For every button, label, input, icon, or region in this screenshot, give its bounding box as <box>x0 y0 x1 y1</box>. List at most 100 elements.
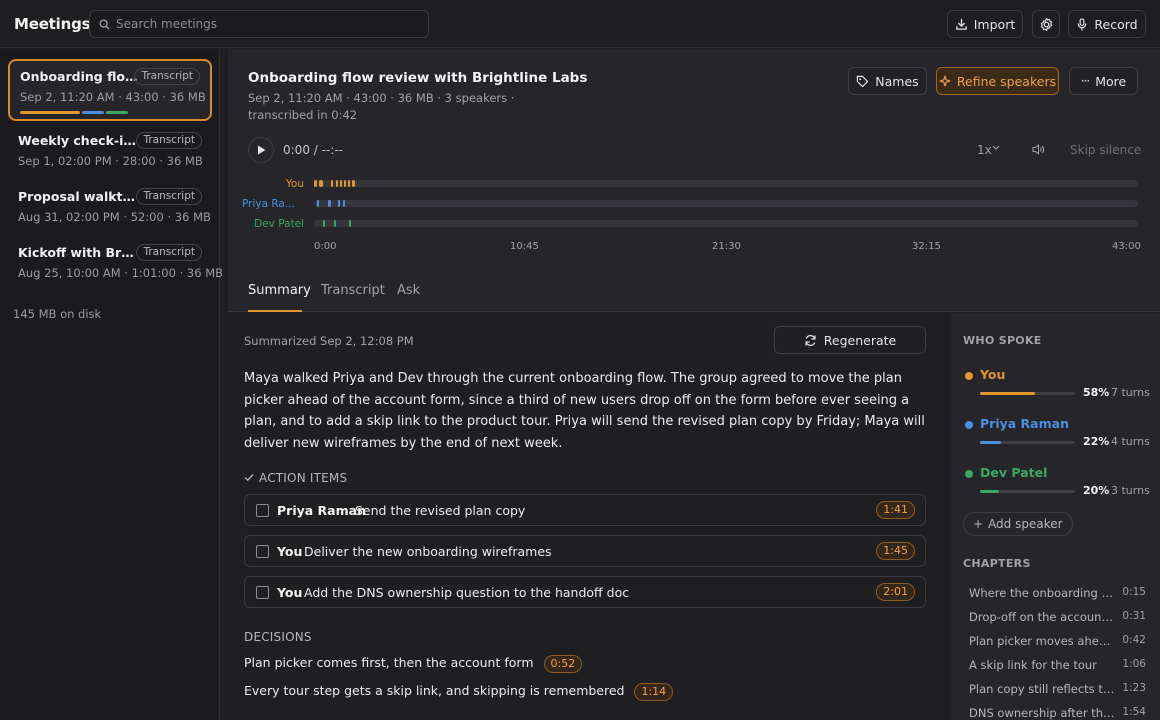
chapter-time: 0:31 <box>1122 610 1146 622</box>
action-item: You Add the DNS ownership question to th… <box>244 576 926 608</box>
playback-time: 0:00 / --:-- <box>283 143 343 157</box>
chapter-item[interactable]: Drop-off on the account form 0:31 <box>969 607 1154 627</box>
download-icon <box>955 18 967 30</box>
summary-date: Summarized Sep 2, 12:08 PM <box>244 334 414 348</box>
speaker-name: Dev Patel <box>980 465 1048 480</box>
speaker-share-bar <box>980 441 1075 444</box>
top-bar: Meetings Import Record <box>0 0 1160 48</box>
import-label: Import <box>973 16 1016 32</box>
decisions-heading: DECISIONS <box>244 630 312 644</box>
transcript-badge: Transcript <box>136 132 202 149</box>
chapter-time: 0:15 <box>1122 586 1146 598</box>
sparkle-icon <box>939 75 951 87</box>
speaker-percent: 20% <box>1083 484 1110 497</box>
refresh-icon <box>805 334 816 346</box>
add-speaker-label: Add speaker <box>988 517 1063 531</box>
meeting-title: Onboarding flow review with Brightline L… <box>20 69 138 84</box>
speaker-percent: 22% <box>1083 435 1110 448</box>
import-button[interactable]: Import <box>947 10 1023 38</box>
axis-tick: 10:45 <box>510 241 539 252</box>
timeline-track-priya[interactable] <box>314 200 1138 207</box>
search-box[interactable] <box>89 10 429 38</box>
timeline-label-dev: Dev Patel <box>254 218 304 230</box>
chapter-title: Plan picker moves ahead of the form <box>969 634 1115 648</box>
speaker-bar-you <box>20 111 80 114</box>
chapter-item[interactable]: Plan picker moves ahead of the form 0:42 <box>969 631 1154 651</box>
meeting-list-item[interactable]: Weekly check-in with Priya Transcript Se… <box>8 125 212 187</box>
settings-button[interactable] <box>1032 10 1060 38</box>
axis-tick: 0:00 <box>314 241 337 252</box>
speaker-name: Priya Raman <box>980 416 1069 431</box>
timeline-track-you[interactable] <box>314 180 1138 187</box>
transcript-badge: Transcript <box>136 188 202 205</box>
decision-text: Plan picker comes first, then the accoun… <box>244 655 534 670</box>
record-label: Record <box>1094 16 1138 32</box>
refine-speakers-button[interactable]: Refine speakers <box>936 67 1059 95</box>
regenerate-button[interactable]: Regenerate <box>774 326 926 354</box>
decision-item: Every tour step gets a skip link, and sk… <box>244 683 674 701</box>
decision-text: Every tour step gets a skip link, and sk… <box>244 683 625 698</box>
who-spoke-heading: WHO SPOKE <box>963 334 1042 347</box>
more-label: More <box>1095 73 1127 89</box>
axis-tick: 43:00 <box>1112 241 1141 252</box>
tab-summary[interactable]: Summary <box>248 283 311 298</box>
skip-silence-toggle[interactable]: Skip silence <box>1070 143 1141 157</box>
action-checkbox[interactable] <box>256 545 269 558</box>
meeting-list-item[interactable]: Kickoff with Brightline Labs Transcript … <box>8 237 223 299</box>
meeting-list-item[interactable]: Onboarding flow review with Brightline L… <box>8 59 212 121</box>
timestamp-chip[interactable]: 1:45 <box>876 542 915 560</box>
chapter-item[interactable]: Where the onboarding flow stands today 0… <box>969 583 1154 603</box>
timeline-label-priya: Priya Ra... <box>242 198 294 210</box>
timestamp-chip[interactable]: 1:41 <box>876 501 915 519</box>
speaker-turns: 3 turns <box>1111 484 1150 497</box>
speaker-dot <box>965 421 973 429</box>
search-icon <box>99 19 110 30</box>
meeting-header: Onboarding flow review with Brightline L… <box>228 49 1160 312</box>
names-button[interactable]: Names <box>848 67 927 95</box>
action-checkbox[interactable] <box>256 504 269 517</box>
chapter-title: A skip link for the tour <box>969 658 1097 672</box>
play-button[interactable] <box>248 137 274 163</box>
microphone-icon <box>1078 17 1087 31</box>
meeting-meta: Aug 31, 02:00 PM · 52:00 · 36 MB <box>18 210 211 224</box>
plus-icon: + <box>973 517 984 531</box>
regenerate-label: Regenerate <box>823 332 897 348</box>
action-items-heading: ACTION ITEMS <box>244 471 347 485</box>
meeting-title: Kickoff with Brightline Labs <box>18 245 136 260</box>
action-owner: You <box>277 544 303 559</box>
search-input[interactable] <box>116 15 416 33</box>
tab-transcript[interactable]: Transcript <box>321 283 385 298</box>
action-checkbox[interactable] <box>256 586 269 599</box>
record-button[interactable]: Record <box>1068 10 1146 38</box>
meeting-meta: Aug 25, 10:00 AM · 1:01:00 · 36 MB <box>18 266 224 280</box>
speaker-dot <box>965 470 973 478</box>
playback-speed[interactable]: 1x <box>977 143 992 157</box>
active-tab-indicator <box>248 310 302 312</box>
meeting-list-item[interactable]: Proposal walkthrough Transcript Aug 31, … <box>8 181 212 243</box>
meeting-title: Proposal walkthrough <box>18 189 136 204</box>
timestamp-chip[interactable]: 0:52 <box>543 655 583 673</box>
timestamp-chip[interactable]: 1:14 <box>634 683 674 701</box>
more-button[interactable]: ··· More <box>1069 67 1138 95</box>
timestamp-chip[interactable]: 2:01 <box>876 583 915 601</box>
tab-ask[interactable]: Ask <box>397 283 420 298</box>
meeting-meta: Sep 2, 11:20 AM · 43:00 · 36 MB <box>20 90 206 104</box>
volume-icon[interactable] <box>1032 144 1045 155</box>
speaker-turns: 7 turns <box>1111 386 1150 399</box>
action-item: You Deliver the new onboarding wireframe… <box>244 535 926 567</box>
chapters-heading: CHAPTERS <box>963 557 1031 570</box>
speaker-share-bar <box>980 490 1075 493</box>
chapter-item[interactable]: Plan copy still reflects the old tiers 1… <box>969 679 1154 699</box>
chapter-time: 1:54 <box>1122 706 1146 718</box>
chapter-item[interactable]: A skip link for the tour 1:06 <box>969 655 1154 675</box>
chevron-down-icon[interactable] <box>992 145 1000 151</box>
chapter-item[interactable]: DNS ownership after the handoff 1:54 <box>969 703 1154 720</box>
add-speaker-button[interactable]: + Add speaker <box>963 512 1073 536</box>
timeline-track-dev[interactable] <box>314 220 1138 227</box>
chapter-time: 1:23 <box>1122 682 1146 694</box>
speaker-share-fill <box>980 392 1036 395</box>
chapter-title: DNS ownership after the handoff <box>969 706 1115 720</box>
checkmark-icon <box>244 474 254 482</box>
speaker-bar-dev <box>106 111 128 114</box>
speaker-dot <box>965 372 973 380</box>
